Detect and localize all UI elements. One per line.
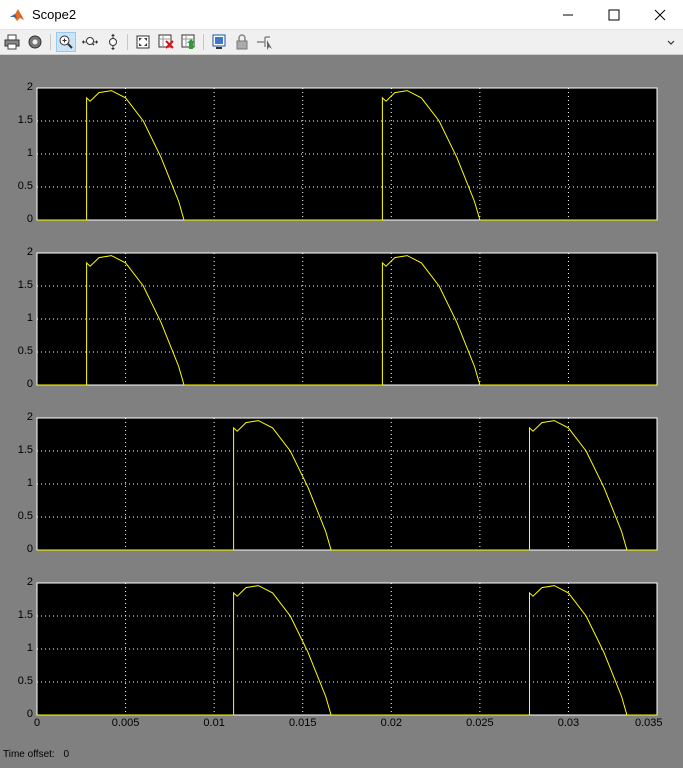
- time-offset-value: 0: [63, 749, 70, 760]
- x-tick-label: 0: [33, 717, 41, 729]
- zoom-in-icon: [59, 35, 73, 49]
- y-tick-label: 1: [26, 642, 33, 654]
- y-tick-label: 2: [26, 576, 33, 588]
- y-tick-label: 1.5: [17, 444, 33, 456]
- close-button[interactable]: [637, 0, 683, 30]
- parameters-button[interactable]: [25, 32, 45, 52]
- zoom-y-button[interactable]: [103, 32, 123, 52]
- restore-axes-icon: [181, 34, 195, 49]
- y-tick-label: 0: [26, 213, 33, 225]
- y-tick-label: 0.5: [17, 675, 33, 687]
- autoscale-icon: [136, 35, 150, 49]
- scope-figure: 0 0.5 1 1.5 2 0 0.5 1 1.5 2 0 0.5 1 1.5 2 0 0.5 1 1.5 2 0 0.0…: [0, 55, 683, 768]
- x-tick-label: 0.02: [380, 717, 402, 729]
- toolbar-separator: [203, 34, 204, 50]
- x-tick-label: 0.035: [634, 717, 663, 729]
- scope-axes-1[interactable]: [36, 87, 658, 221]
- scope-axes-2[interactable]: [36, 252, 658, 386]
- x-tick-label: 0.015: [288, 717, 317, 729]
- toolbar-separator: [50, 34, 51, 50]
- y-tick-label: 1: [26, 147, 33, 159]
- lock-axes-button[interactable]: [232, 32, 252, 52]
- lock-icon: [236, 34, 248, 50]
- y-tick-label: 0: [26, 543, 33, 555]
- close-icon: [654, 9, 666, 21]
- y-tick-label: 0.5: [17, 345, 33, 357]
- x-tick-label: 0.03: [557, 717, 580, 729]
- zoom-in-button[interactable]: [56, 32, 76, 52]
- matlab-icon: [9, 7, 25, 23]
- x-tick-label: 0.01: [203, 717, 225, 729]
- y-tick-label: 2: [26, 81, 33, 93]
- title-bar[interactable]: Scope2: [0, 0, 683, 30]
- zoom-y-icon: [109, 34, 117, 50]
- restore-axes-button[interactable]: [179, 32, 199, 52]
- y-tick-label: 2: [26, 246, 33, 258]
- maximize-icon: [608, 9, 620, 21]
- y-tick-label: 1: [26, 312, 33, 324]
- y-tick-label: 0.5: [17, 510, 33, 522]
- maximize-button[interactable]: [591, 0, 637, 30]
- minimize-button[interactable]: [545, 0, 591, 30]
- printer-icon: [4, 34, 20, 50]
- y-tick-label: 1.5: [17, 279, 33, 291]
- signal-selection-icon: [257, 36, 272, 50]
- scope-axes-4[interactable]: [36, 582, 658, 716]
- y-tick-label: 0: [26, 378, 33, 390]
- window-title: Scope2: [32, 7, 77, 22]
- toolbar: [0, 30, 683, 55]
- save-axes-button[interactable]: [156, 32, 176, 52]
- scope-axes-3[interactable]: [36, 417, 658, 551]
- scope-plots[interactable]: [0, 55, 683, 768]
- toolbar-overflow-button[interactable]: [664, 32, 678, 52]
- y-tick-label: 2: [26, 411, 33, 423]
- y-tick-label: 1.5: [17, 114, 33, 126]
- signal-selection-button[interactable]: [255, 32, 275, 52]
- chevron-icon: [667, 40, 675, 45]
- y-tick-label: 1.5: [17, 609, 33, 621]
- y-tick-label: 1: [26, 477, 33, 489]
- floating-scope-icon: [212, 34, 226, 49]
- toolbar-separator: [127, 34, 128, 50]
- autoscale-button[interactable]: [133, 32, 153, 52]
- minimize-icon: [563, 14, 573, 16]
- y-tick-label: 0: [26, 708, 33, 720]
- x-tick-label: 0.025: [466, 717, 494, 729]
- gear-icon: [28, 35, 42, 49]
- y-tick-label: 0.5: [17, 180, 33, 192]
- floating-scope-button[interactable]: [209, 32, 229, 52]
- zoom-x-icon: [82, 37, 98, 46]
- time-offset-readout: Time offset: 0: [3, 749, 69, 760]
- x-tick-label: 0.005: [111, 717, 140, 729]
- save-axes-icon: [158, 34, 174, 49]
- print-button[interactable]: [2, 32, 22, 52]
- zoom-x-button[interactable]: [80, 32, 100, 52]
- time-offset-label: Time offset:: [3, 749, 55, 760]
